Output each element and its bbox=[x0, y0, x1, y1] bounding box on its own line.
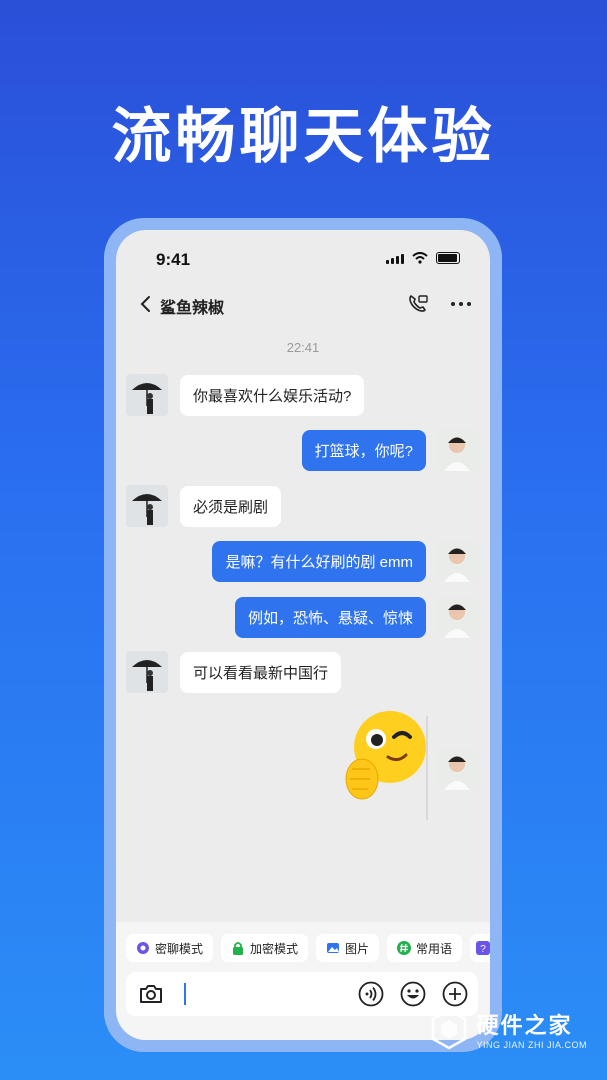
winking-face-sticker-icon[interactable] bbox=[344, 705, 428, 805]
camera-icon[interactable] bbox=[138, 982, 164, 1006]
more-options-icon[interactable] bbox=[448, 294, 474, 314]
message-bubble-incoming[interactable]: 你最喜欢什么娱乐活动? bbox=[180, 375, 365, 416]
my-avatar[interactable] bbox=[436, 748, 478, 790]
contact-name: 鲨鱼辣椒 bbox=[160, 300, 225, 317]
headline: 流畅聊天体验 bbox=[111, 103, 496, 170]
back-arrow-icon[interactable] bbox=[136, 294, 156, 314]
common-phrases-chip[interactable]: 常用语 bbox=[387, 934, 463, 962]
wifi-icon bbox=[412, 252, 428, 264]
battery-icon bbox=[436, 252, 460, 264]
chip-label: 常用语 bbox=[416, 941, 453, 956]
contact-avatar[interactable] bbox=[126, 485, 168, 527]
watermark: 硬件之家 YING JIAN ZHI JIA.COM bbox=[430, 1008, 587, 1050]
watermark-logo-icon bbox=[432, 1008, 467, 1050]
phone-screen: 9:41 鲨鱼辣椒 22:41 你最喜欢什么娱乐活动? 打篮球，你呢? 必须是刷… bbox=[116, 230, 490, 1040]
message-input-bar bbox=[126, 972, 478, 1016]
add-icon[interactable] bbox=[442, 981, 468, 1007]
message-input[interactable] bbox=[184, 983, 186, 1005]
voice-icon[interactable] bbox=[358, 981, 384, 1007]
secret-chat-icon bbox=[137, 942, 149, 954]
watermark-title: 硬件之家 bbox=[476, 1013, 573, 1038]
message-bubble-incoming[interactable]: 可以看看最新中国行 bbox=[180, 652, 342, 693]
emoji-icon[interactable] bbox=[400, 981, 426, 1007]
lock-icon bbox=[233, 942, 244, 955]
chip-label: 图片 bbox=[345, 941, 370, 956]
chip-label: 加密模式 bbox=[250, 941, 299, 956]
status-time: 9:41 bbox=[156, 250, 191, 269]
my-avatar[interactable] bbox=[436, 596, 478, 638]
chat-header: 鲨鱼辣椒 bbox=[116, 286, 490, 322]
help-chip[interactable]: ? bbox=[470, 934, 490, 962]
quick-action-bar: 密聊模式 加密模式 图片 常用语 ? bbox=[126, 934, 490, 962]
watermark-subtitle: YING JIAN ZHI JIA.COM bbox=[476, 1040, 587, 1050]
status-bar: 9:41 bbox=[116, 230, 490, 286]
message-bubble-outgoing[interactable]: 例如，恐怖、悬疑、惊悚 bbox=[234, 597, 426, 638]
encrypt-mode-chip[interactable]: 加密模式 bbox=[221, 934, 309, 962]
contact-avatar[interactable] bbox=[126, 651, 168, 693]
signal-icon bbox=[386, 254, 404, 264]
contact-avatar[interactable] bbox=[126, 374, 168, 416]
message-bubble-incoming[interactable]: 必须是刷剧 bbox=[180, 486, 282, 527]
my-avatar[interactable] bbox=[436, 540, 478, 582]
my-avatar[interactable] bbox=[436, 429, 478, 471]
image-icon bbox=[327, 943, 340, 953]
chip-label: 密聊模式 bbox=[155, 941, 204, 956]
hashtag-icon bbox=[397, 941, 412, 955]
call-icon[interactable] bbox=[406, 292, 430, 316]
message-bubble-outgoing[interactable]: 打篮球，你呢? bbox=[301, 430, 426, 471]
message-bubble-outgoing[interactable]: 是嘛？有什么好刷的剧 emm bbox=[212, 541, 426, 582]
status-icons bbox=[386, 252, 460, 264]
secret-chat-chip[interactable]: 密聊模式 bbox=[126, 934, 214, 962]
question-icon: ? bbox=[476, 941, 490, 955]
svg-text:?: ? bbox=[480, 944, 486, 955]
message-timestamp: 22:41 bbox=[286, 340, 320, 355]
image-chip[interactable]: 图片 bbox=[316, 934, 380, 962]
